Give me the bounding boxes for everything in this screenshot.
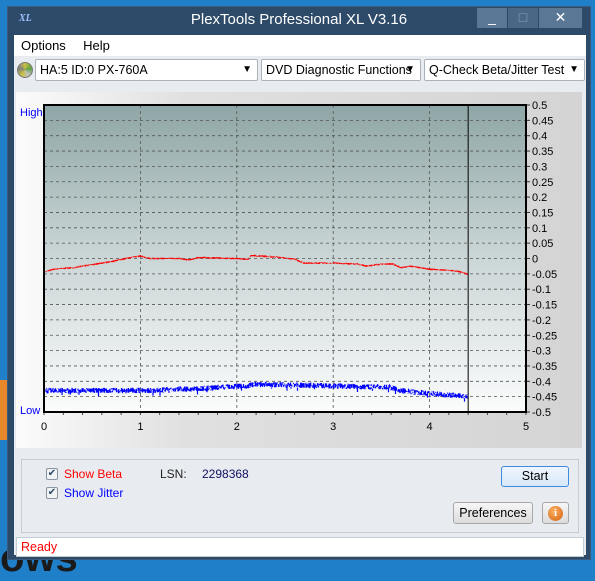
y-tick-label: -0.35 [532,361,557,373]
start-button[interactable]: Start [501,466,569,487]
preferences-button[interactable]: Preferences [453,502,533,524]
status-bar: Ready [16,537,584,557]
y-tick-label: 0.45 [532,115,553,127]
test-select[interactable]: Q-Check Beta/Jitter Test ▼ [424,59,585,81]
y-tick-label: -0.15 [532,300,557,312]
minimize-button[interactable]: _ [477,8,507,28]
y-tick-label: 0.25 [532,177,553,189]
x-tick-label: 1 [137,421,143,433]
y-tick-label: -0.4 [532,376,551,388]
show-beta-checkbox[interactable]: ✔ [46,468,58,480]
function-select[interactable]: DVD Diagnostic Functions ▼ [261,59,421,81]
maximize-button[interactable]: □ [508,8,538,28]
show-beta-label[interactable]: Show Beta [64,467,122,481]
menu-options[interactable]: Options [14,35,73,56]
y-tick-label: 0.15 [532,207,553,219]
lsn-value: 2298368 [202,467,249,481]
function-select-value: DVD Diagnostic Functions [266,63,412,77]
window-title: PlexTools Professional XL V3.16 [190,11,408,28]
x-tick-label: 3 [330,421,336,433]
app-window: XL PlexTools Professional XL V3.16 _ □ ✕… [7,6,591,560]
lsn-label: LSN: [160,467,187,481]
y-tick-label: 0.1 [532,223,547,235]
low-label: Low [20,405,40,417]
drive-select[interactable]: HA:5 ID:0 PX-760A ▼ [35,59,258,81]
x-tick-label: 2 [234,421,240,433]
y-tick-label: 0.4 [532,131,547,143]
close-button[interactable]: ✕ [539,8,582,28]
chart-panel: 0.5 0.45 0.4 0.35 0.3 0.25 0.2 0.15 0.1 0.05 0 -0.0… [16,92,582,448]
y-tick-label: 0.3 [532,161,547,173]
title-bar: XL PlexTools Professional XL V3.16 _ □ ✕ [8,7,590,35]
y-tick-label: -0.3 [532,346,551,358]
high-label: High [20,107,43,119]
chevron-down-icon: ▼ [405,64,415,75]
y-tick-label: -0.5 [532,407,551,419]
y-tick-label: 0.2 [532,192,547,204]
chevron-down-icon: ▼ [569,64,579,75]
y-tick-label: -0.1 [532,284,551,296]
x-tick-label: 0 [41,421,47,433]
x-tick-label: 5 [523,421,529,433]
y-tick-label: -0.05 [532,269,557,281]
y-tick-label: -0.2 [532,315,551,327]
y-tick-label: 0.05 [532,238,553,250]
beta-jitter-chart: 0.5 0.45 0.4 0.35 0.3 0.25 0.2 0.15 0.1 0.05 0 -0.0… [20,100,557,433]
disc-icon [17,62,33,78]
y-tick-label: -0.45 [532,392,557,404]
info-icon: i [548,506,563,521]
chevron-down-icon: ▼ [242,64,252,75]
client-area: HA:5 ID:0 PX-760A ▼ DVD Diagnostic Functi… [14,56,586,557]
drive-select-value: HA:5 ID:0 PX-760A [40,63,148,77]
menu-help[interactable]: Help [76,35,117,56]
test-select-value: Q-Check Beta/Jitter Test [429,63,565,77]
menu-bar: Options Help [14,35,586,56]
show-jitter-label[interactable]: Show Jitter [64,486,123,500]
info-button[interactable]: i [542,502,569,524]
x-tick-label: 4 [427,421,433,433]
y-tick-label: 0.5 [532,100,547,112]
app-logo: XL [19,13,32,24]
y-tick-label: 0.35 [532,146,553,158]
y-tick-label: -0.25 [532,330,557,342]
show-jitter-checkbox[interactable]: ✔ [46,487,58,499]
y-tick-label: 0 [532,254,538,266]
controls-group: ✔ Show Beta ✔ Show Jitter LSN: 2298368 S… [21,459,579,533]
